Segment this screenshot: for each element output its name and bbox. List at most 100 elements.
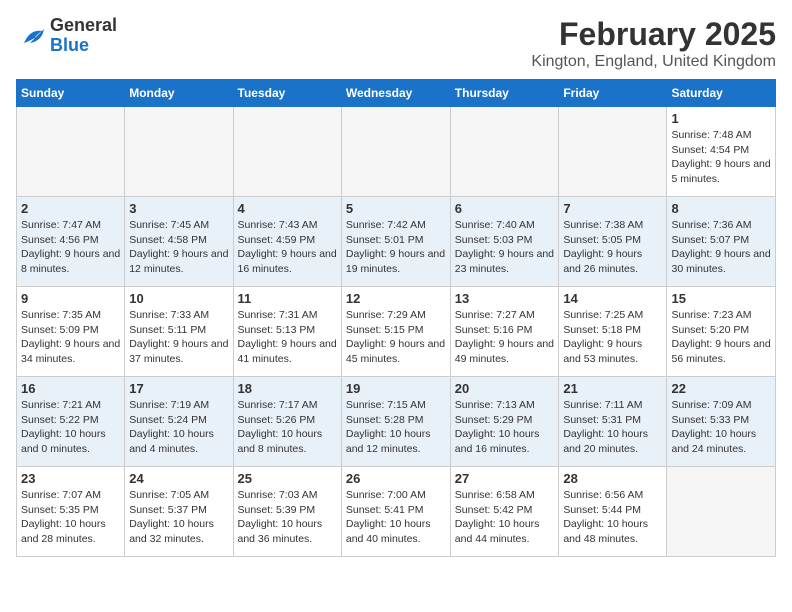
weekday-header-friday: Friday <box>559 80 667 107</box>
day-info: Sunrise: 7:45 AM Sunset: 4:58 PM Dayligh… <box>129 218 228 277</box>
day-cell: 15 Sunrise: 7:23 AM Sunset: 5:20 PM Dayli… <box>667 287 776 377</box>
day-cell: 21 Sunrise: 7:11 AM Sunset: 5:31 PM Dayli… <box>559 377 667 467</box>
day-cell <box>559 107 667 197</box>
day-cell <box>341 107 450 197</box>
calendar: SundayMondayTuesdayWednesdayThursdayFrid… <box>16 79 776 557</box>
day-cell: 6Sunrise: 7:40 AM Sunset: 5:03 PM Daylig… <box>450 197 559 287</box>
day-info: Sunrise: 7:33 AM Sunset: 5:11 PM Dayligh… <box>129 308 228 367</box>
day-cell <box>667 467 776 557</box>
day-number: 8 <box>671 201 771 216</box>
day-cell: 8 Sunrise: 7:36 AM Sunset: 5:07 PM Daylig… <box>667 197 776 287</box>
day-info: Sunrise: 7:17 AM Sunset: 5:26 PM Dayligh… <box>238 398 337 457</box>
logo: General Blue <box>16 16 117 56</box>
day-info: Sunrise: 7:35 AM Sunset: 5:09 PM Dayligh… <box>21 308 120 367</box>
day-cell: 12 Sunrise: 7:29 AM Sunset: 5:15 PM Dayli… <box>341 287 450 377</box>
day-cell: 16Sunrise: 7:21 AM Sunset: 5:22 PM Dayli… <box>17 377 125 467</box>
day-cell: 7Sunrise: 7:38 AM Sunset: 5:05 PM Daylig… <box>559 197 667 287</box>
day-info: Sunrise: 6:58 AM Sunset: 5:42 PM Dayligh… <box>455 488 555 547</box>
day-cell: 25Sunrise: 7:03 AM Sunset: 5:39 PM Dayli… <box>233 467 341 557</box>
day-info: Sunrise: 7:27 AM Sunset: 5:16 PM Dayligh… <box>455 308 555 367</box>
day-cell: 19 Sunrise: 7:15 AM Sunset: 5:28 PM Dayli… <box>341 377 450 467</box>
day-cell: 10 Sunrise: 7:33 AM Sunset: 5:11 PM Dayli… <box>125 287 233 377</box>
day-cell: 2 Sunrise: 7:47 AM Sunset: 4:56 PM Daylig… <box>17 197 125 287</box>
day-info: Sunrise: 7:03 AM Sunset: 5:39 PM Dayligh… <box>238 488 337 547</box>
day-cell: 24Sunrise: 7:05 AM Sunset: 5:37 PM Dayli… <box>125 467 233 557</box>
logo-icon <box>16 21 46 51</box>
day-info: Sunrise: 7:23 AM Sunset: 5:20 PM Dayligh… <box>671 308 771 367</box>
day-cell: 5 Sunrise: 7:42 AM Sunset: 5:01 PM Daylig… <box>341 197 450 287</box>
day-info: Sunrise: 7:25 AM Sunset: 5:18 PM Dayligh… <box>563 308 662 367</box>
weekday-header-sunday: Sunday <box>17 80 125 107</box>
day-number: 5 <box>346 201 446 216</box>
day-cell: 4 Sunrise: 7:43 AM Sunset: 4:59 PM Daylig… <box>233 197 341 287</box>
day-cell: 22Sunrise: 7:09 AM Sunset: 5:33 PM Dayli… <box>667 377 776 467</box>
weekday-header-saturday: Saturday <box>667 80 776 107</box>
weekday-header-tuesday: Tuesday <box>233 80 341 107</box>
day-cell: 20 Sunrise: 7:13 AM Sunset: 5:29 PM Dayli… <box>450 377 559 467</box>
title-block: February 2025 Kington, England, United K… <box>531 16 776 71</box>
day-info: Sunrise: 7:05 AM Sunset: 5:37 PM Dayligh… <box>129 488 228 547</box>
day-number: 14 <box>563 291 662 306</box>
day-number: 2 <box>21 201 120 216</box>
day-number: 17 <box>129 381 228 396</box>
day-number: 9 <box>21 291 120 306</box>
day-info: Sunrise: 7:36 AM Sunset: 5:07 PM Dayligh… <box>671 218 771 277</box>
day-cell <box>233 107 341 197</box>
day-cell <box>450 107 559 197</box>
day-cell: 11 Sunrise: 7:31 AM Sunset: 5:13 PM Dayli… <box>233 287 341 377</box>
day-number: 12 <box>346 291 446 306</box>
day-number: 23 <box>21 471 120 486</box>
day-cell: 14 Sunrise: 7:25 AM Sunset: 5:18 PM Dayli… <box>559 287 667 377</box>
day-info: Sunrise: 7:42 AM Sunset: 5:01 PM Dayligh… <box>346 218 446 277</box>
day-cell: 23 Sunrise: 7:07 AM Sunset: 5:35 PM Dayli… <box>17 467 125 557</box>
day-cell <box>17 107 125 197</box>
day-cell: 3 Sunrise: 7:45 AM Sunset: 4:58 PM Daylig… <box>125 197 233 287</box>
day-number: 11 <box>238 291 337 306</box>
week-row-1: 1Sunrise: 7:48 AM Sunset: 4:54 PM Daylig… <box>17 107 776 197</box>
day-info: Sunrise: 7:00 AM Sunset: 5:41 PM Dayligh… <box>346 488 446 547</box>
day-number: 13 <box>455 291 555 306</box>
day-cell: 28Sunrise: 6:56 AM Sunset: 5:44 PM Dayli… <box>559 467 667 557</box>
day-cell: 9 Sunrise: 7:35 AM Sunset: 5:09 PM Daylig… <box>17 287 125 377</box>
page-header: General Blue February 2025 Kington, Engl… <box>16 16 776 71</box>
weekday-header-row: SundayMondayTuesdayWednesdayThursdayFrid… <box>17 80 776 107</box>
day-cell: 26 Sunrise: 7:00 AM Sunset: 5:41 PM Dayli… <box>341 467 450 557</box>
day-cell: 13 Sunrise: 7:27 AM Sunset: 5:16 PM Dayli… <box>450 287 559 377</box>
day-info: Sunrise: 7:13 AM Sunset: 5:29 PM Dayligh… <box>455 398 555 457</box>
location: Kington, England, United Kingdom <box>531 53 776 71</box>
week-row-2: 2 Sunrise: 7:47 AM Sunset: 4:56 PM Daylig… <box>17 197 776 287</box>
day-number: 15 <box>671 291 771 306</box>
day-number: 16 <box>21 381 120 396</box>
day-info: Sunrise: 7:31 AM Sunset: 5:13 PM Dayligh… <box>238 308 337 367</box>
day-info: Sunrise: 7:07 AM Sunset: 5:35 PM Dayligh… <box>21 488 120 547</box>
day-number: 3 <box>129 201 228 216</box>
day-number: 10 <box>129 291 228 306</box>
day-number: 18 <box>238 381 337 396</box>
week-row-4: 16Sunrise: 7:21 AM Sunset: 5:22 PM Dayli… <box>17 377 776 467</box>
month-title: February 2025 <box>531 16 776 53</box>
day-info: Sunrise: 7:11 AM Sunset: 5:31 PM Dayligh… <box>563 398 662 457</box>
day-number: 19 <box>346 381 446 396</box>
weekday-header-wednesday: Wednesday <box>341 80 450 107</box>
day-number: 7 <box>563 201 662 216</box>
week-row-3: 9 Sunrise: 7:35 AM Sunset: 5:09 PM Daylig… <box>17 287 776 377</box>
day-number: 6 <box>455 201 555 216</box>
day-cell <box>125 107 233 197</box>
day-info: Sunrise: 7:43 AM Sunset: 4:59 PM Dayligh… <box>238 218 337 277</box>
day-info: Sunrise: 6:56 AM Sunset: 5:44 PM Dayligh… <box>563 488 662 547</box>
day-info: Sunrise: 7:09 AM Sunset: 5:33 PM Dayligh… <box>671 398 771 457</box>
day-info: Sunrise: 7:19 AM Sunset: 5:24 PM Dayligh… <box>129 398 228 457</box>
day-number: 4 <box>238 201 337 216</box>
day-info: Sunrise: 7:48 AM Sunset: 4:54 PM Dayligh… <box>671 128 771 187</box>
day-cell: 1Sunrise: 7:48 AM Sunset: 4:54 PM Daylig… <box>667 107 776 197</box>
day-info: Sunrise: 7:15 AM Sunset: 5:28 PM Dayligh… <box>346 398 446 457</box>
day-cell: 27 Sunrise: 6:58 AM Sunset: 5:42 PM Dayli… <box>450 467 559 557</box>
day-info: Sunrise: 7:29 AM Sunset: 5:15 PM Dayligh… <box>346 308 446 367</box>
day-info: Sunrise: 7:47 AM Sunset: 4:56 PM Dayligh… <box>21 218 120 277</box>
day-number: 26 <box>346 471 446 486</box>
day-number: 21 <box>563 381 662 396</box>
day-number: 27 <box>455 471 555 486</box>
weekday-header-monday: Monday <box>125 80 233 107</box>
day-number: 20 <box>455 381 555 396</box>
day-cell: 17 Sunrise: 7:19 AM Sunset: 5:24 PM Dayli… <box>125 377 233 467</box>
